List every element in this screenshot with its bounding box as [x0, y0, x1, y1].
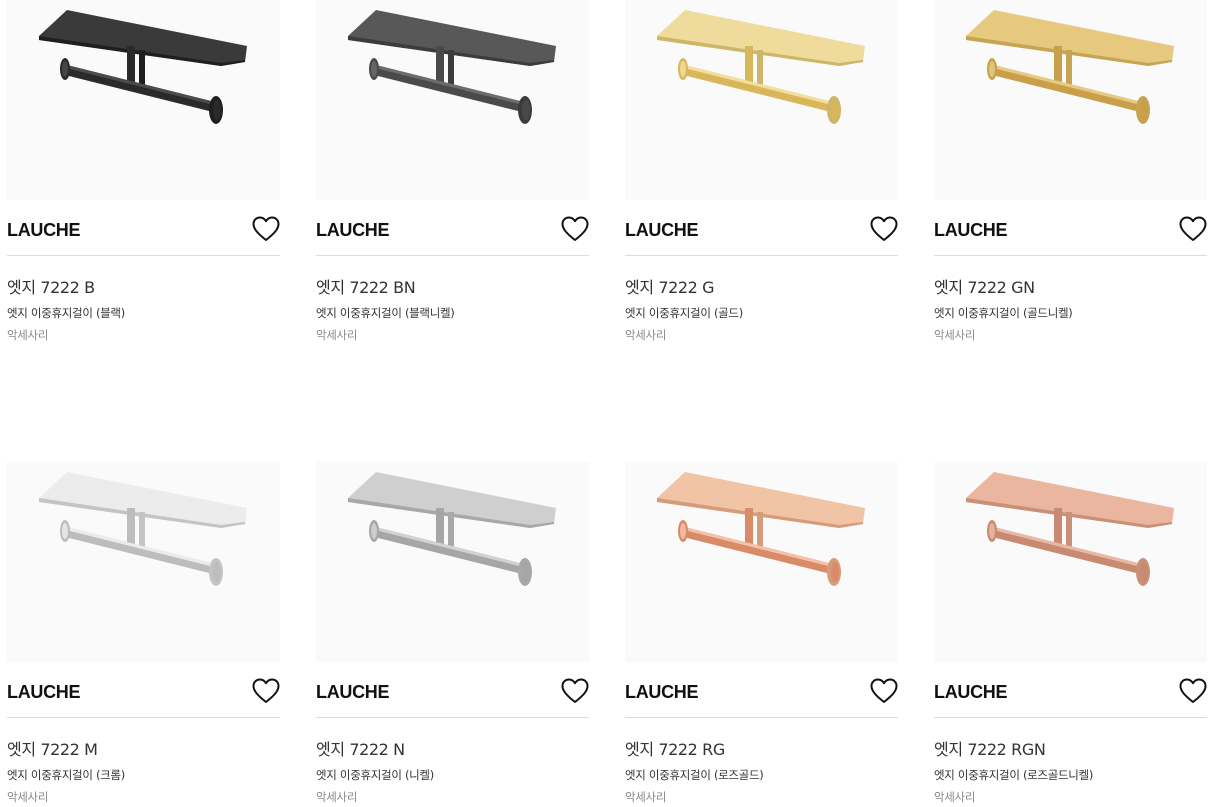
product-description: 엣지 이중휴지걸이 (크롬) [7, 768, 125, 782]
product-name[interactable]: 엣지 7222 B [7, 274, 95, 298]
product-image-box[interactable] [316, 462, 589, 662]
brand-name: LAUCHE [934, 682, 1008, 702]
heart-outline-icon[interactable] [1179, 216, 1207, 242]
product-image [348, 472, 556, 586]
brand-row: LAUCHE [934, 210, 1207, 256]
product-image-box[interactable] [625, 462, 898, 662]
brand-row: LAUCHE [625, 210, 898, 256]
product-description: 엣지 이중휴지걸이 (로즈골드) [625, 768, 764, 782]
product-image [348, 10, 556, 124]
brand-name: LAUCHE [316, 220, 390, 240]
product-image-box[interactable] [625, 0, 898, 200]
product-grid: LAUCHE 엣지 7222 B 엣지 이중휴지걸이 (블랙) 악세사리 LAU… [0, 0, 1215, 807]
product-image [39, 472, 247, 586]
brand-name: LAUCHE [625, 682, 699, 702]
product-name[interactable]: 엣지 7222 BN [316, 274, 416, 298]
product-category: 악세사리 [316, 328, 358, 342]
product-name[interactable]: 엣지 7222 G [625, 274, 715, 298]
brand-row: LAUCHE [625, 672, 898, 718]
product-category: 악세사리 [934, 790, 976, 804]
product-image-box[interactable] [934, 0, 1207, 200]
brand-name: LAUCHE [7, 682, 81, 702]
product-description: 엣지 이중휴지걸이 (골드) [625, 306, 743, 320]
heart-outline-icon[interactable] [870, 216, 898, 242]
product-image-box[interactable] [316, 0, 589, 200]
brand-name: LAUCHE [316, 682, 390, 702]
brand-name: LAUCHE [934, 220, 1008, 240]
product-category: 악세사리 [625, 790, 667, 804]
product-category: 악세사리 [316, 790, 358, 804]
product-category: 악세사리 [625, 328, 667, 342]
product-image [966, 10, 1174, 124]
heart-outline-icon[interactable] [561, 216, 589, 242]
brand-name: LAUCHE [7, 220, 81, 240]
product-image-box[interactable] [7, 462, 280, 662]
heart-outline-icon[interactable] [252, 678, 280, 704]
brand-row: LAUCHE [7, 210, 280, 256]
product-category: 악세사리 [7, 328, 49, 342]
product-image [39, 10, 247, 124]
product-description: 엣지 이중휴지걸이 (로즈골드니켈) [934, 768, 1094, 782]
product-image [657, 10, 865, 124]
product-category: 악세사리 [934, 328, 976, 342]
heart-outline-icon[interactable] [870, 678, 898, 704]
product-name[interactable]: 엣지 7222 M [7, 736, 98, 760]
heart-outline-icon[interactable] [561, 678, 589, 704]
product-name[interactable]: 엣지 7222 RG [625, 736, 725, 760]
brand-row: LAUCHE [316, 210, 589, 256]
product-description: 엣지 이중휴지걸이 (니켈) [316, 768, 434, 782]
product-description: 엣지 이중휴지걸이 (블랙니켈) [316, 306, 455, 320]
product-image-box[interactable] [7, 0, 280, 200]
heart-outline-icon[interactable] [252, 216, 280, 242]
product-name[interactable]: 엣지 7222 GN [934, 274, 1035, 298]
brand-row: LAUCHE [934, 672, 1207, 718]
product-image [966, 472, 1174, 586]
brand-row: LAUCHE [7, 672, 280, 718]
product-image-box[interactable] [934, 462, 1207, 662]
product-name[interactable]: 엣지 7222 N [316, 736, 405, 760]
product-image [657, 472, 865, 586]
product-name[interactable]: 엣지 7222 RGN [934, 736, 1046, 760]
brand-name: LAUCHE [625, 220, 699, 240]
product-description: 엣지 이중휴지걸이 (골드니켈) [934, 306, 1073, 320]
brand-row: LAUCHE [316, 672, 589, 718]
product-category: 악세사리 [7, 790, 49, 804]
heart-outline-icon[interactable] [1179, 678, 1207, 704]
product-description: 엣지 이중휴지걸이 (블랙) [7, 306, 125, 320]
